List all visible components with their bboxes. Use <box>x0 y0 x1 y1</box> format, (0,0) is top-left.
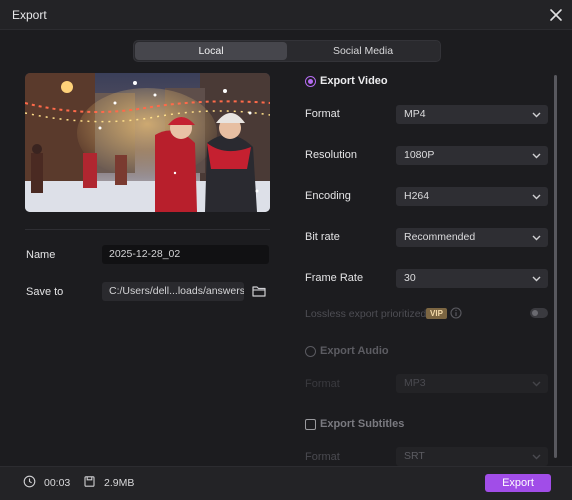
lossless-export-label: Lossless export prioritized <box>305 308 427 320</box>
subtitle-format-value: SRT <box>404 450 425 462</box>
chevron-down-icon <box>532 194 541 200</box>
audio-format-select[interactable]: MP3 <box>396 374 548 393</box>
export-button[interactable]: Export <box>485 474 551 492</box>
audio-format-label: Format <box>305 378 340 390</box>
audio-format-value: MP3 <box>404 377 426 389</box>
export-audio-radio[interactable] <box>305 346 316 357</box>
encoding-value: H264 <box>404 190 430 202</box>
tab-local[interactable]: Local <box>135 42 287 60</box>
export-subtitles-label: Export Subtitles <box>320 418 405 430</box>
bit-rate-value: Recommended <box>404 231 476 243</box>
lossless-toggle[interactable] <box>530 308 548 318</box>
resolution-label: Resolution <box>305 149 357 161</box>
vip-badge: VIP <box>426 308 447 319</box>
file-size-text: 2.9MB <box>104 477 135 489</box>
name-label: Name <box>26 249 56 261</box>
file-size-icon <box>84 476 95 487</box>
save-path-field[interactable]: C:/Users/dell...loads/answers <box>102 282 244 301</box>
encoding-select[interactable]: H264 <box>396 187 548 206</box>
export-tabs: Local Social Media <box>133 40 441 62</box>
left-divider <box>25 229 270 230</box>
footer-bar: 00:03 2.9MB Export <box>0 466 572 500</box>
format-select[interactable]: MP4 <box>396 105 548 124</box>
format-value: MP4 <box>404 108 426 120</box>
chevron-down-icon <box>532 153 541 159</box>
export-audio-label: Export Audio <box>320 345 389 357</box>
scrollbar-thumb[interactable] <box>554 75 557 458</box>
duration-text: 00:03 <box>44 477 71 489</box>
subtitle-format-select[interactable]: SRT <box>396 447 548 466</box>
window-title: Export <box>12 8 47 22</box>
folder-icon[interactable] <box>251 283 267 299</box>
frame-rate-value: 30 <box>404 272 416 284</box>
frame-rate-select[interactable]: 30 <box>396 269 548 288</box>
chevron-down-icon <box>532 381 541 387</box>
save-to-label: Save to <box>26 286 64 298</box>
resolution-value: 1080P <box>404 149 435 161</box>
bit-rate-select[interactable]: Recommended <box>396 228 548 247</box>
frame-rate-label: Frame Rate <box>305 272 364 284</box>
video-preview-thumbnail <box>25 73 270 212</box>
chevron-down-icon <box>532 235 541 241</box>
resolution-select[interactable]: 1080P <box>396 146 548 165</box>
format-label: Format <box>305 108 340 120</box>
title-bar: Export <box>0 0 572 30</box>
export-subtitles-checkbox[interactable] <box>305 419 316 430</box>
chevron-down-icon <box>532 454 541 460</box>
close-icon[interactable] <box>546 5 566 25</box>
subtitle-format-label: Format <box>305 451 340 463</box>
info-icon[interactable] <box>450 307 462 319</box>
tab-social-media[interactable]: Social Media <box>287 42 439 60</box>
bit-rate-label: Bit rate <box>305 231 340 243</box>
export-video-radio[interactable] <box>305 76 316 87</box>
export-video-label: Export Video <box>320 75 388 87</box>
file-name-input[interactable]: 2025-12-28_02 <box>102 245 269 264</box>
chevron-down-icon <box>532 112 541 118</box>
chevron-down-icon <box>532 276 541 282</box>
clock-icon <box>23 475 36 488</box>
encoding-label: Encoding <box>305 190 351 202</box>
